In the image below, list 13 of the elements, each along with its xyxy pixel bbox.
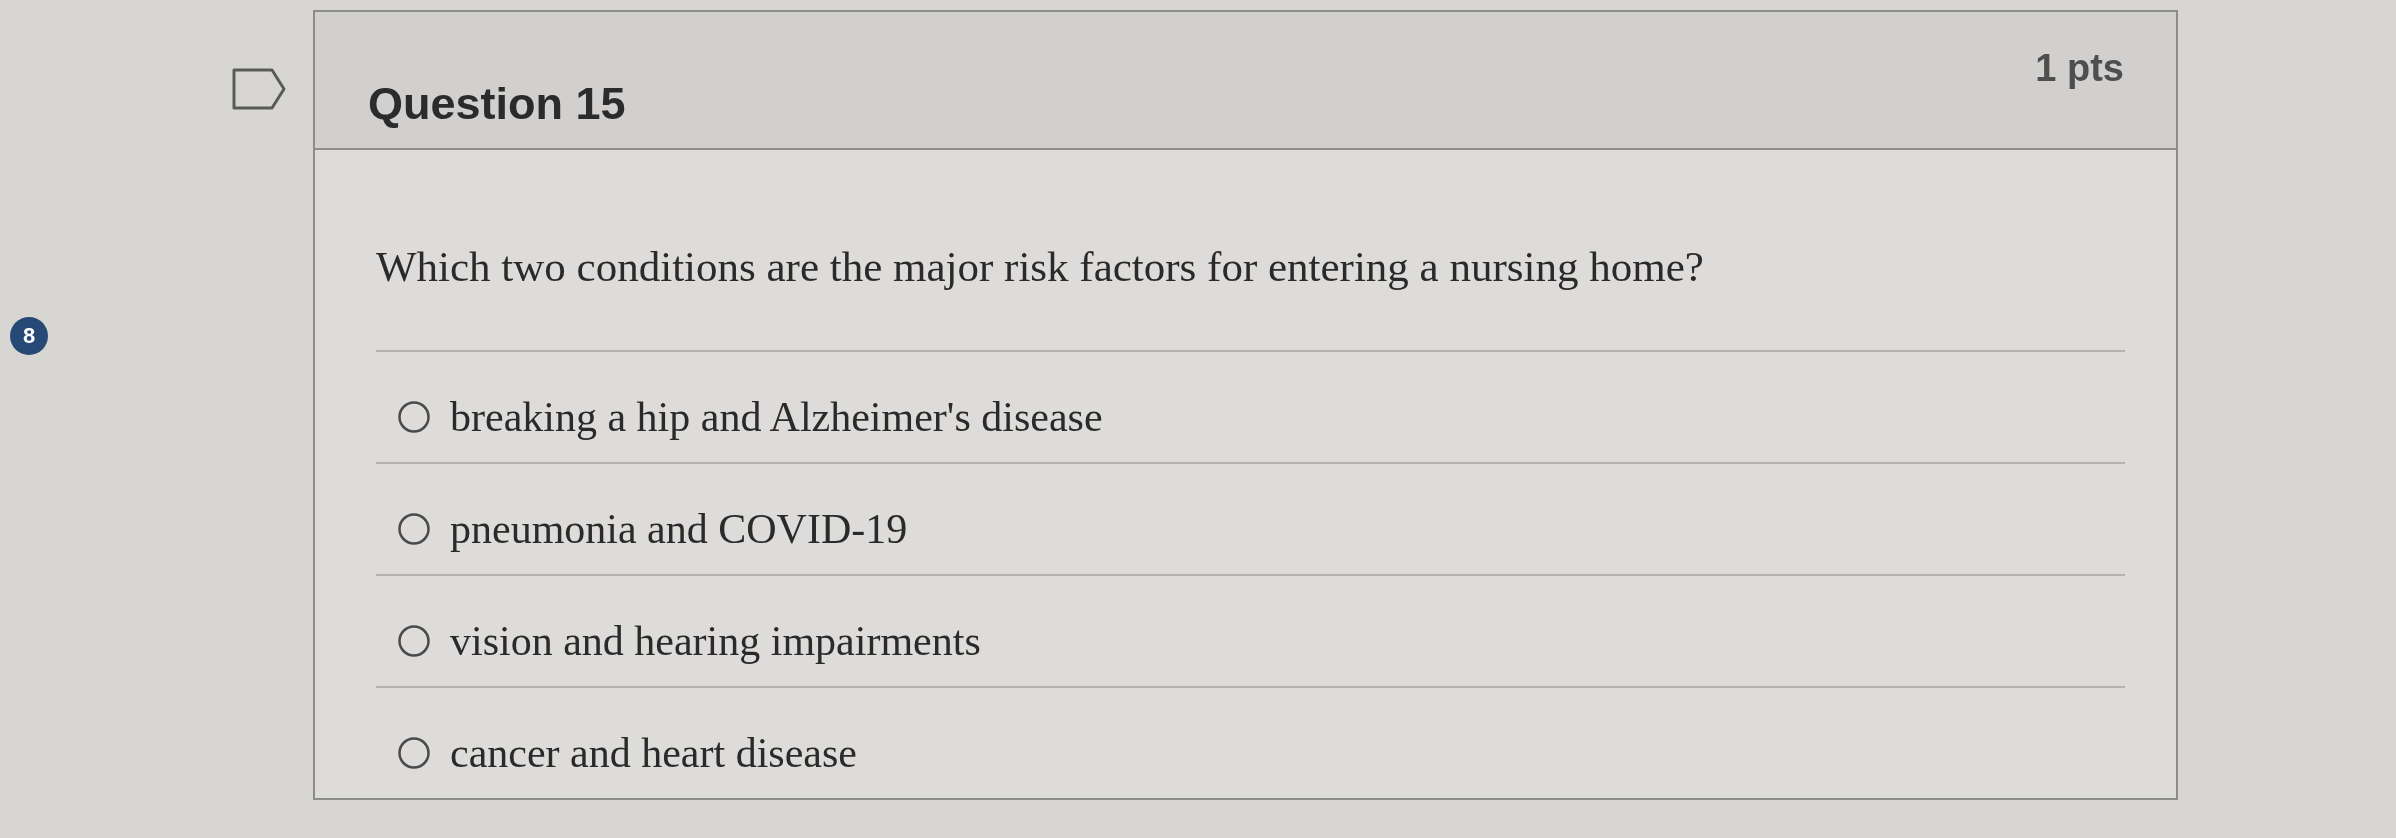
- points-label: 1 pts: [2035, 46, 2124, 91]
- number-badge: 8: [10, 317, 48, 355]
- radio-button[interactable]: [398, 401, 430, 433]
- answer-text[interactable]: cancer and heart disease: [450, 728, 857, 778]
- answer-text[interactable]: pneumonia and COVID-19: [450, 504, 908, 554]
- radio-button[interactable]: [398, 513, 430, 545]
- flag-icon[interactable]: [232, 68, 286, 110]
- answer-text[interactable]: breaking a hip and Alzheimer's disease: [450, 392, 1103, 442]
- radio-button[interactable]: [398, 625, 430, 657]
- question-text: Which two conditions are the major risk factors for entering a nursing home?: [376, 150, 2125, 352]
- answer-text[interactable]: vision and hearing impairments: [450, 616, 981, 666]
- question-title: Question 15: [368, 77, 626, 131]
- radio-button[interactable]: [398, 737, 430, 769]
